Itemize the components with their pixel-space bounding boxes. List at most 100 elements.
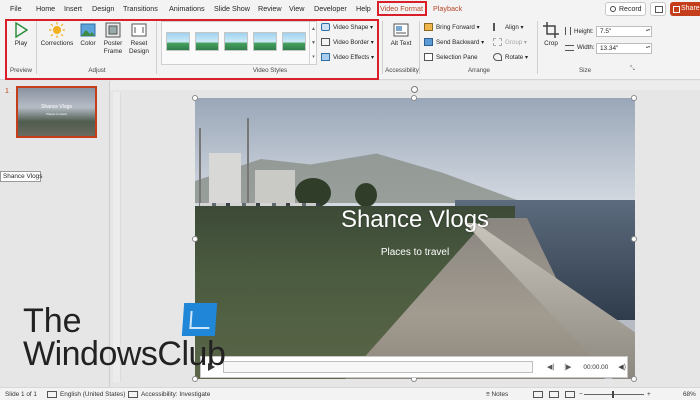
height-icon <box>565 27 571 35</box>
play-button[interactable]: Play <box>10 22 32 48</box>
slide-subtitle[interactable]: Places to travel <box>195 247 635 258</box>
windows-logo-icon <box>181 303 218 336</box>
gallery-down-icon[interactable]: ▼ <box>310 36 317 50</box>
width-field-row: Width: <box>565 44 595 51</box>
zoom-in-icon[interactable]: + <box>647 391 651 398</box>
group-label: Group <box>505 38 523 46</box>
video-effects-button[interactable]: Video Effects ▾ <box>321 53 374 61</box>
share-button[interactable]: Share <box>670 2 700 16</box>
color-label: Color <box>80 40 96 47</box>
video-style-3[interactable] <box>224 32 248 51</box>
crop-button[interactable]: Crop <box>540 22 562 48</box>
bring-forward-button[interactable]: Bring Forward ▾ <box>424 23 480 31</box>
alt-text-icon <box>393 23 409 37</box>
step-forward-icon[interactable]: |▶ <box>564 363 571 371</box>
tooltip: Shance Vlogs <box>0 171 42 182</box>
slide-sorter-icon[interactable] <box>549 391 559 398</box>
zoom-slider-thumb[interactable] <box>612 391 614 398</box>
poster-frame-icon <box>105 22 121 38</box>
video-control-bar: ◀| |▶ 00:00.00 ◀) <box>200 356 628 378</box>
video-style-1[interactable] <box>166 32 190 51</box>
video-shape-button[interactable]: Video Shape ▾ <box>321 23 373 31</box>
separator <box>36 21 37 74</box>
tab-view[interactable]: View <box>289 4 304 13</box>
notes-button[interactable]: ≡ Notes <box>486 391 508 398</box>
language[interactable]: English (United States) <box>60 391 125 398</box>
zoom-slider[interactable] <box>584 394 644 395</box>
poster-frame-label: Poster Frame <box>103 40 123 55</box>
crop-label: Crop <box>544 40 558 47</box>
slide-thumbnail[interactable]: Shance Vlogs Places to travel <box>16 86 97 138</box>
tab-playback[interactable]: Playback <box>433 4 462 13</box>
crop-icon <box>543 22 559 38</box>
resize-handle[interactable] <box>631 95 637 101</box>
comments-button[interactable] <box>650 2 666 16</box>
tab-design[interactable]: Design <box>92 4 114 13</box>
video-format-ribbon: Play Corrections Color Poster Frame Rese… <box>0 18 700 80</box>
normal-view-icon[interactable] <box>533 391 543 398</box>
rotate-button[interactable]: Rotate ▾ <box>493 53 528 61</box>
size-dialog-launcher-icon[interactable]: ⤡ <box>630 66 635 73</box>
tab-transitions[interactable]: Transitions <box>123 4 158 13</box>
gallery-scroll[interactable]: ▲ ▼ ▾ <box>309 22 317 64</box>
record-button[interactable]: Record <box>605 2 646 16</box>
video-effects-icon <box>321 53 330 61</box>
reading-view-icon[interactable] <box>565 391 575 398</box>
volume-icon[interactable]: ◀) <box>618 363 626 371</box>
width-label: Width: <box>577 44 595 51</box>
color-button[interactable]: Color <box>77 22 99 48</box>
tab-file[interactable]: File <box>10 4 22 13</box>
send-backward-button[interactable]: Send Backward ▾ <box>424 38 484 46</box>
separator <box>156 21 157 74</box>
resize-handle[interactable] <box>192 95 198 101</box>
play-label: Play <box>14 40 28 47</box>
corrections-button[interactable]: Corrections <box>40 22 74 48</box>
video-style-5[interactable] <box>282 32 306 51</box>
spelling-icon[interactable] <box>47 391 57 398</box>
selection-pane-button[interactable]: Selection Pane <box>424 53 478 61</box>
resize-handle[interactable] <box>192 236 198 242</box>
step-back-icon[interactable]: ◀| <box>547 363 554 371</box>
video-shape-icon <box>321 23 330 31</box>
poster-frame-button[interactable]: Poster Frame <box>101 22 125 55</box>
color-picture-icon <box>80 23 96 37</box>
rotate-handle[interactable] <box>411 86 418 93</box>
resize-handle[interactable] <box>631 236 637 242</box>
alt-text-button[interactable]: Alt Text <box>388 22 414 48</box>
tab-slide-show[interactable]: Slide Show <box>214 4 250 13</box>
width-input[interactable]: 13.34" <box>596 43 652 54</box>
video-style-4[interactable] <box>253 32 277 51</box>
slide-canvas[interactable]: Shance Vlogs Places to travel <box>195 98 635 379</box>
video-border-button[interactable]: Video Border ▾ <box>321 38 374 46</box>
gallery-more-icon[interactable]: ▾ <box>310 50 317 64</box>
video-timeline[interactable] <box>223 361 533 373</box>
accessibility-icon[interactable] <box>128 391 138 398</box>
tab-help[interactable]: Help <box>356 4 371 13</box>
tab-developer[interactable]: Developer <box>314 4 347 13</box>
tab-animations[interactable]: Animations <box>169 4 205 13</box>
video-style-2[interactable] <box>195 32 219 51</box>
resize-handle[interactable] <box>192 376 198 382</box>
zoom-out-icon[interactable]: − <box>579 391 583 398</box>
alt-text-label: Alt Text <box>390 40 412 47</box>
resize-handle[interactable] <box>631 376 637 382</box>
separator <box>537 21 538 74</box>
height-input[interactable]: 7.5" <box>596 26 652 37</box>
tab-review[interactable]: Review <box>258 4 282 13</box>
highlight-video-format-tab <box>377 1 427 16</box>
group-button[interactable]: Group ▾ <box>493 38 527 46</box>
resize-handle[interactable] <box>411 95 417 101</box>
accessibility-status[interactable]: Accessibility: Investigate <box>141 391 210 398</box>
tab-home[interactable]: Home <box>36 4 55 13</box>
height-field-row: Height: <box>565 27 594 35</box>
send-backward-label: Send Backward <box>436 38 480 46</box>
gallery-up-icon[interactable]: ▲ <box>310 22 317 36</box>
zoom-level[interactable]: 68% <box>683 391 696 398</box>
reset-design-button[interactable]: Reset Design <box>127 22 151 55</box>
tab-insert[interactable]: Insert <box>64 4 82 13</box>
slide-title[interactable]: Shance Vlogs <box>195 206 635 234</box>
sun-icon <box>49 22 65 38</box>
record-icon <box>610 6 616 12</box>
align-button[interactable]: Align ▾ <box>493 23 524 31</box>
video-building <box>209 153 241 208</box>
